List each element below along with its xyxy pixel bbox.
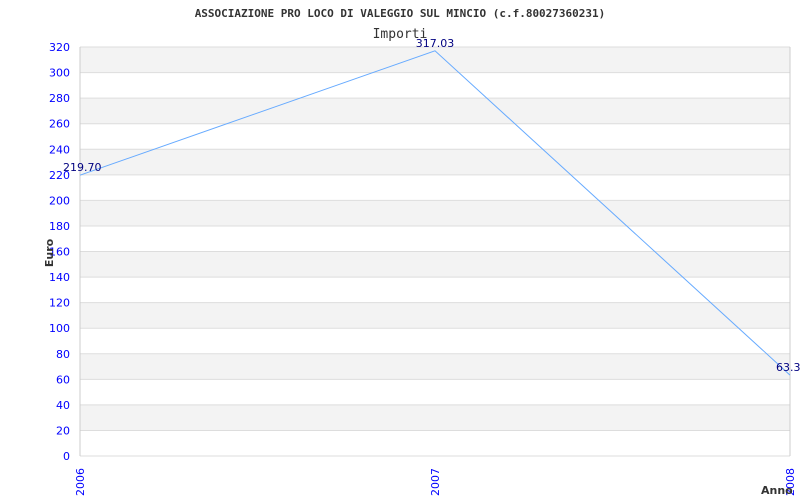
x-axis-label: Anno — [761, 484, 793, 497]
grid-band — [80, 200, 790, 226]
y-tick-label: 240 — [49, 143, 70, 156]
data-label: 63.31 — [776, 361, 800, 374]
grid-band — [80, 302, 790, 329]
y-tick-label: 200 — [49, 194, 70, 207]
y-tick-label: 300 — [49, 67, 70, 80]
x-tick-label: 2006 — [74, 468, 87, 496]
grid-band — [80, 98, 790, 124]
grid-band — [80, 328, 790, 354]
y-tick-label: 60 — [56, 373, 70, 386]
y-tick-label: 140 — [49, 271, 70, 284]
y-tick-label: 20 — [56, 424, 70, 437]
data-label: 317.03 — [416, 37, 455, 50]
grid-band — [80, 123, 790, 150]
y-tick-label: 120 — [49, 297, 70, 310]
x-tick-label: 2007 — [429, 468, 442, 496]
y-tick-label: 280 — [49, 92, 70, 105]
grid-band — [80, 430, 790, 456]
grid-band — [80, 379, 790, 405]
grid-band — [80, 353, 790, 380]
y-tick-label: 100 — [49, 322, 70, 335]
grid-band — [80, 72, 790, 99]
y-tick-label: 260 — [49, 118, 70, 131]
grid-band — [80, 225, 790, 252]
line-chart: ASSOCIAZIONE PRO LOCO DI VALEGGIO SUL MI… — [43, 7, 800, 497]
grid-band — [80, 174, 790, 201]
y-tick-label: 180 — [49, 220, 70, 233]
grid-band — [80, 251, 790, 278]
data-label: 219.70 — [63, 161, 102, 174]
grid-band — [80, 149, 790, 175]
chart-title: ASSOCIAZIONE PRO LOCO DI VALEGGIO SUL MI… — [195, 7, 606, 20]
y-tick-label: 40 — [56, 399, 70, 412]
grid-band — [80, 277, 790, 303]
y-axis-label: Euro — [43, 238, 56, 267]
grid-band — [80, 404, 790, 431]
y-tick-label: 0 — [63, 450, 70, 463]
y-tick-label: 80 — [56, 348, 70, 361]
y-tick-label: 320 — [49, 41, 70, 54]
